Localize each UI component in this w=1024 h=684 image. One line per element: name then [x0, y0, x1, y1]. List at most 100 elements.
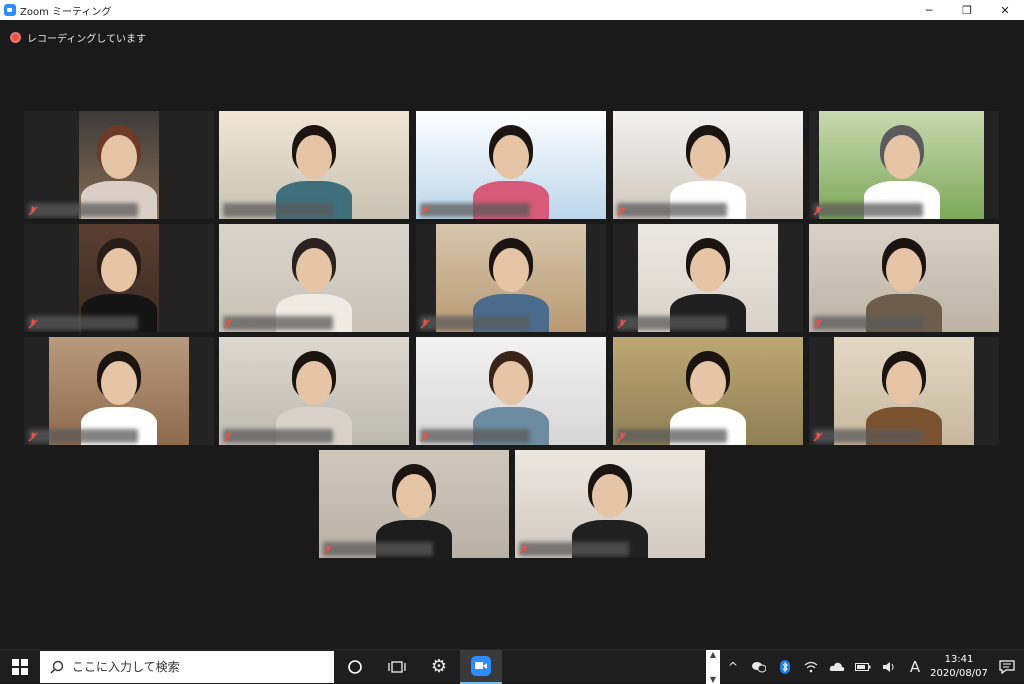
participant-name-blurred — [617, 203, 727, 217]
clock-date: 2020/08/07 — [930, 668, 988, 679]
cloud-icon — [829, 662, 845, 671]
participant-video-tile[interactable] — [219, 337, 409, 445]
participant-video-tile[interactable] — [515, 450, 705, 558]
muted-microphone-icon — [519, 545, 529, 555]
maximize-button[interactable]: ❐ — [948, 0, 986, 20]
participant-video-tile[interactable] — [416, 337, 606, 445]
participant-video-tile[interactable] — [809, 337, 999, 445]
speaker-icon — [883, 662, 894, 672]
muted-microphone-icon — [223, 432, 233, 442]
participant-video-tile[interactable] — [613, 111, 803, 219]
muted-microphone-icon — [617, 206, 627, 216]
gear-icon: ⚙ — [430, 656, 448, 677]
participant-video-tile[interactable] — [613, 224, 803, 332]
muted-microphone-icon — [28, 319, 38, 329]
wechat-tray-button[interactable] — [746, 650, 772, 684]
battery-tray-button[interactable] — [850, 650, 876, 684]
clock-time: 13:41 — [944, 654, 974, 665]
chevron-up-icon: ^ — [727, 660, 739, 674]
participant-face — [493, 361, 529, 405]
participant-name-blurred — [617, 316, 727, 330]
participant-face — [493, 135, 529, 179]
muted-microphone-icon — [28, 432, 38, 442]
meeting-gallery-view: レコーディングしています — [0, 20, 1024, 649]
muted-microphone-icon — [28, 206, 38, 216]
participant-name-blurred — [223, 316, 333, 330]
zoom-icon — [471, 655, 491, 676]
participant-video-tile[interactable] — [219, 111, 409, 219]
participant-face — [690, 361, 726, 405]
participant-face — [493, 248, 529, 292]
participant-video-tile[interactable] — [24, 224, 214, 332]
bluetooth-icon — [780, 660, 790, 674]
participant-video-tile[interactable] — [416, 224, 606, 332]
participant-name-blurred — [323, 542, 433, 556]
notification-icon — [999, 660, 1015, 674]
window-title: Zoom ミーティング — [20, 6, 112, 18]
cortana-circle-icon — [348, 659, 362, 674]
participant-video-tile[interactable] — [809, 224, 999, 332]
window-titlebar: Zoom ミーティング ─ ❐ ✕ — [0, 0, 1024, 20]
scroll-up-icon: ▲ — [709, 650, 717, 659]
participant-video-tile[interactable] — [416, 111, 606, 219]
muted-microphone-icon — [420, 432, 430, 442]
start-button[interactable] — [0, 650, 40, 684]
taskbar-clock[interactable]: 13:41 2020/08/07 — [928, 653, 990, 681]
muted-microphone-icon — [813, 319, 823, 329]
search-placeholder: ここに入力して検索 — [72, 660, 180, 674]
participant-name-blurred — [519, 542, 629, 556]
minimize-button[interactable]: ─ — [910, 0, 948, 20]
participant-video-tile[interactable] — [219, 224, 409, 332]
wifi-icon — [804, 661, 818, 673]
taskbar-search-box[interactable]: ここに入力して検索 — [40, 650, 334, 683]
show-hidden-icons-button[interactable]: ^ — [720, 650, 746, 684]
task-view-icon — [388, 660, 406, 673]
participant-name-blurred — [223, 203, 333, 217]
ime-mode-indicator[interactable]: A — [902, 650, 928, 684]
recording-label: レコーディングしています — [27, 34, 146, 45]
bluetooth-tray-button[interactable] — [772, 650, 798, 684]
participant-name-blurred — [420, 203, 530, 217]
muted-microphone-icon — [323, 545, 333, 555]
zoom-taskbar-button[interactable] — [460, 649, 502, 684]
participant-video-tile[interactable] — [319, 450, 509, 558]
wifi-tray-button[interactable] — [798, 650, 824, 684]
participant-face — [396, 474, 432, 518]
participant-face — [886, 248, 922, 292]
battery-icon — [855, 663, 871, 671]
participant-face — [296, 248, 332, 292]
participant-face — [690, 248, 726, 292]
action-center-button[interactable] — [990, 650, 1024, 684]
settings-taskbar-button[interactable]: ⚙ — [418, 650, 460, 684]
muted-microphone-icon — [617, 432, 627, 442]
participant-face — [883, 135, 920, 179]
participant-video-tile[interactable] — [24, 337, 214, 445]
recording-dot-icon — [10, 32, 21, 43]
onedrive-tray-button[interactable] — [824, 650, 850, 684]
task-view-button[interactable] — [376, 650, 418, 684]
participant-face — [101, 361, 137, 405]
search-icon — [50, 660, 64, 674]
participant-name-blurred — [617, 429, 727, 443]
participant-face — [101, 135, 137, 179]
participant-name-blurred — [813, 316, 923, 330]
chat-bubbles-icon — [752, 662, 766, 673]
participant-face — [101, 248, 137, 292]
participant-video-tile[interactable] — [613, 337, 803, 445]
participant-face — [592, 474, 628, 518]
participant-name-blurred — [813, 203, 923, 217]
participant-name-blurred — [420, 316, 530, 330]
participant-video-tile[interactable] — [24, 111, 214, 219]
tray-scroll[interactable]: ▲ ▼ — [706, 650, 720, 684]
participant-face — [296, 361, 332, 405]
participant-name-blurred — [813, 429, 923, 443]
muted-microphone-icon — [420, 319, 430, 329]
participant-video-tile[interactable] — [809, 111, 999, 219]
close-button[interactable]: ✕ — [986, 0, 1024, 20]
recording-indicator[interactable]: レコーディングしています — [10, 30, 146, 45]
system-tray: ▲ ▼ ^ A 13:41 2020/08/07 — [706, 650, 1024, 684]
windows-taskbar: ここに入力して検索 ⚙ ▲ ▼ ^ A 13:41 2020/08/07 — [0, 649, 1024, 684]
cortana-button[interactable] — [334, 650, 376, 684]
volume-tray-button[interactable] — [876, 650, 902, 684]
participant-face — [690, 135, 726, 179]
